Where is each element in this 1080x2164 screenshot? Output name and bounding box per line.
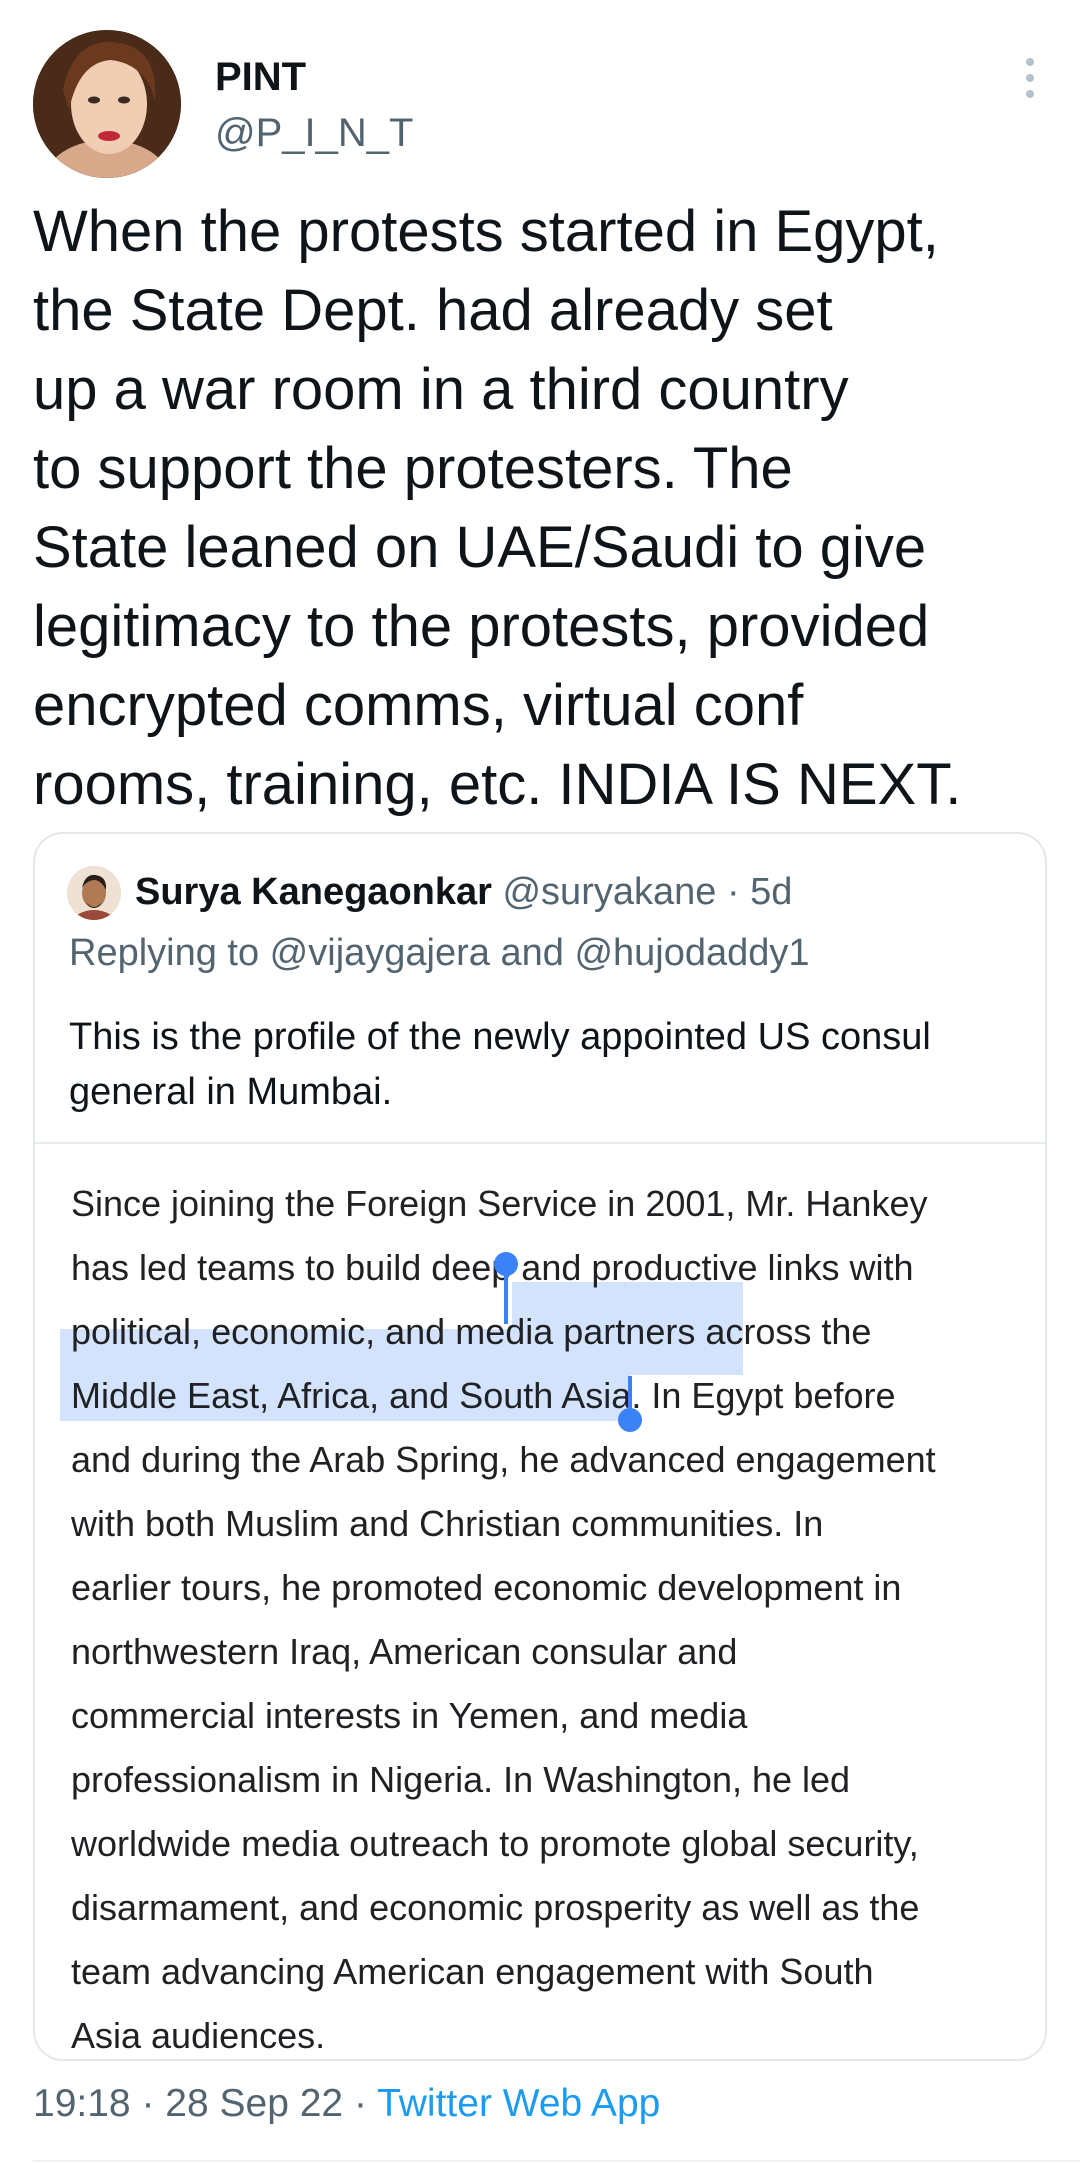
more-vertical-icon[interactable] bbox=[1010, 52, 1050, 108]
tweet-footer: 19:18 · 28 Sep 22 · Twitter Web App bbox=[33, 2080, 660, 2128]
reply-mention-link[interactable]: @vijaygajera bbox=[270, 932, 490, 974]
meta-separator: · bbox=[716, 871, 751, 913]
replying-to-prefix: Replying to bbox=[69, 932, 270, 974]
text-selection-caret bbox=[504, 1268, 508, 1324]
quoted-tweet-text: This is the profile of the newly appoint… bbox=[69, 1016, 931, 1113]
divider bbox=[33, 2160, 1080, 2162]
author-handle[interactable]: @P_I_N_T bbox=[215, 110, 413, 156]
tweet-time[interactable]: 19:18 bbox=[33, 2082, 131, 2125]
reply-mention-link[interactable]: @hujodaddy1 bbox=[574, 932, 809, 974]
replying-to-conjunction: and bbox=[489, 932, 575, 974]
quoted-author-avatar-image bbox=[67, 866, 121, 920]
quoted-header: Surya Kanegaonkar @suryakane · 5d bbox=[135, 868, 792, 916]
quoted-author-name[interactable]: Surya Kanegaonkar bbox=[135, 871, 492, 913]
author-avatar-image bbox=[33, 30, 181, 178]
quoted-author-avatar[interactable] bbox=[67, 866, 121, 920]
attached-screenshot-image[interactable]: Since joining the Foreign Service in 200… bbox=[35, 1144, 1045, 2059]
author-avatar[interactable] bbox=[33, 30, 181, 178]
tweet-text: When the protests started in Egypt, the … bbox=[33, 199, 962, 817]
quoted-tweet-age: 5d bbox=[750, 871, 793, 913]
quoted-author-handle[interactable]: @suryakane bbox=[502, 871, 716, 913]
meta-separator: · bbox=[130, 2082, 166, 2125]
tweet-source-link[interactable]: Twitter Web App bbox=[377, 2082, 660, 2125]
author-name[interactable]: PINT bbox=[215, 55, 306, 99]
quoted-tweet-card[interactable]: Surya Kanegaonkar @suryakane · 5d Replyi… bbox=[33, 832, 1047, 2061]
meta-separator: · bbox=[343, 2082, 378, 2125]
screenshot-text: Since joining the Foreign Service in 200… bbox=[71, 1183, 936, 2056]
replying-to-line: Replying to @vijaygajera and @hujodaddy1 bbox=[69, 929, 810, 977]
tweet-date[interactable]: 28 Sep 22 bbox=[165, 2082, 343, 2125]
text-selection-handle-icon[interactable] bbox=[618, 1408, 642, 1432]
